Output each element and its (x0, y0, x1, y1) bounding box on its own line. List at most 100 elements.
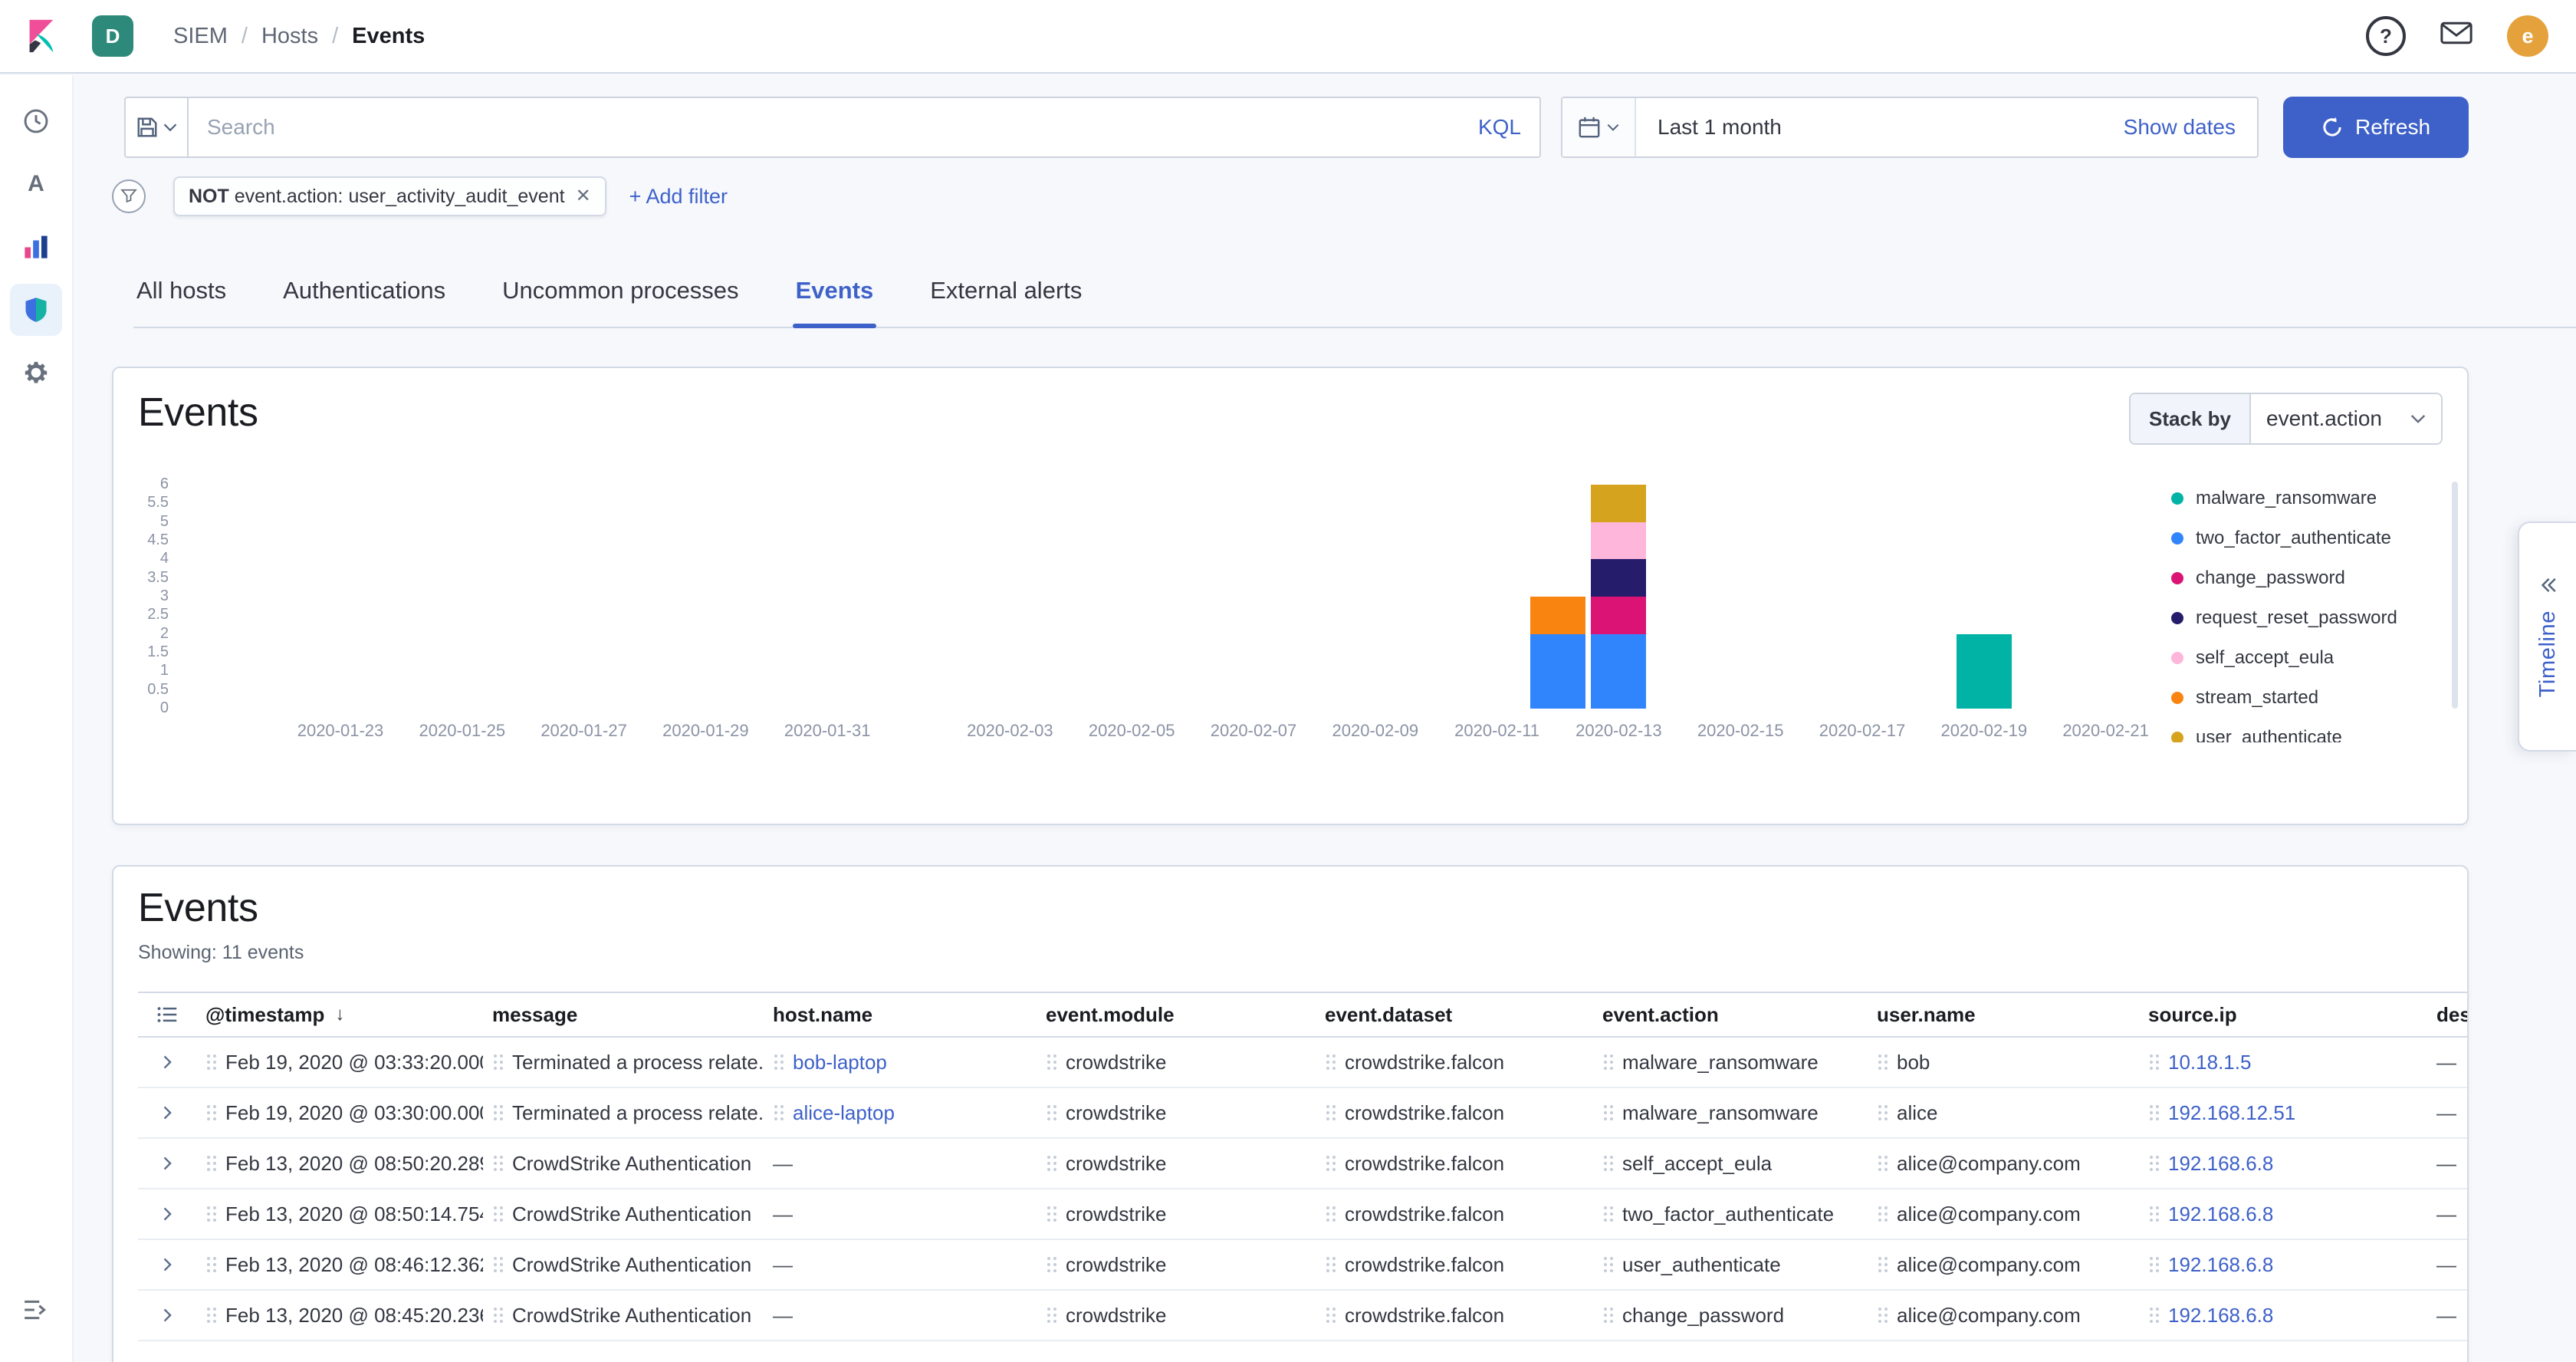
drag-handle-icon[interactable] (2148, 1154, 2160, 1173)
bar-segment-two_factor_authenticate[interactable] (1591, 634, 1646, 709)
expand-row-button[interactable] (150, 1147, 184, 1180)
column-header-user[interactable]: user.name (1868, 993, 2139, 1036)
legend-item[interactable]: user_authenticate (2171, 718, 2417, 742)
drag-handle-icon[interactable] (1046, 1205, 1058, 1223)
expand-row-button[interactable] (150, 1248, 184, 1281)
filter-options-button[interactable] (112, 179, 146, 213)
column-header-message[interactable]: message (483, 993, 764, 1036)
drag-handle-icon[interactable] (492, 1053, 504, 1071)
legend-scrollbar[interactable] (2452, 482, 2458, 709)
drag-handle-icon[interactable] (1046, 1306, 1058, 1324)
expand-row-button[interactable] (150, 1045, 184, 1079)
time-range-value[interactable]: Last 1 month (1636, 115, 2124, 140)
column-header-destination_ip[interactable]: destination.ip (2427, 993, 2469, 1036)
search-input[interactable] (207, 115, 1463, 140)
legend-item[interactable]: self_accept_eula (2171, 638, 2417, 678)
user-avatar[interactable]: e (2507, 15, 2548, 57)
field-value-link[interactable]: 192.168.12.51 (2168, 1101, 2295, 1125)
drag-handle-icon[interactable] (1602, 1154, 1615, 1173)
drag-handle-icon[interactable] (1877, 1053, 1889, 1071)
help-icon[interactable]: ? (2366, 16, 2406, 56)
drag-handle-icon[interactable] (2148, 1255, 2160, 1274)
drag-handle-icon[interactable] (1046, 1154, 1058, 1173)
drag-handle-icon[interactable] (1877, 1205, 1889, 1223)
field-value-link[interactable]: alice-laptop (793, 1101, 895, 1125)
field-value-link[interactable]: 192.168.6.8 (2168, 1202, 2273, 1226)
visualize-app-icon[interactable] (10, 221, 62, 273)
drag-handle-icon[interactable] (773, 1053, 785, 1071)
drag-handle-icon[interactable] (205, 1255, 218, 1274)
drag-handle-icon[interactable] (1325, 1053, 1337, 1071)
field-value-link[interactable]: 192.168.6.8 (2168, 1304, 2273, 1327)
drag-handle-icon[interactable] (205, 1154, 218, 1173)
breadcrumb-hosts[interactable]: Hosts (261, 24, 318, 49)
stack-by-select[interactable]: event.action (2251, 394, 2441, 443)
tab-uncommon-processes[interactable]: Uncommon processes (499, 255, 741, 327)
recently-viewed-icon[interactable] (10, 95, 62, 147)
drag-handle-icon[interactable] (492, 1205, 504, 1223)
query-language-button[interactable]: KQL (1478, 115, 1521, 140)
column-header-source_ip[interactable]: source.ip (2139, 993, 2427, 1036)
timeline-flyout-button[interactable]: Timeline (2518, 521, 2576, 752)
expand-row-button[interactable] (150, 1096, 184, 1130)
column-header-module[interactable]: event.module (1037, 993, 1316, 1036)
siem-app-icon[interactable] (10, 284, 62, 336)
tab-external-alerts[interactable]: External alerts (927, 255, 1085, 327)
column-header-action[interactable]: event.action (1593, 993, 1868, 1036)
column-header-host[interactable]: host.name (764, 993, 1037, 1036)
drag-handle-icon[interactable] (1602, 1053, 1615, 1071)
columns-button[interactable] (138, 993, 196, 1036)
drag-handle-icon[interactable] (1877, 1104, 1889, 1122)
drag-handle-icon[interactable] (1325, 1104, 1337, 1122)
field-value-link[interactable]: 10.18.1.5 (2168, 1051, 2251, 1074)
tab-authentications[interactable]: Authentications (280, 255, 449, 327)
drag-handle-icon[interactable] (1602, 1205, 1615, 1223)
bar-segment-two_factor_authenticate[interactable] (1530, 634, 1585, 709)
remove-filter-icon[interactable]: ✕ (576, 187, 591, 206)
newsfeed-icon[interactable] (2440, 20, 2473, 52)
space-badge[interactable]: D (92, 15, 133, 57)
legend-item[interactable]: change_password (2171, 558, 2417, 598)
drag-handle-icon[interactable] (2148, 1104, 2160, 1122)
breadcrumb-siem[interactable]: SIEM (173, 24, 228, 49)
drag-handle-icon[interactable] (205, 1205, 218, 1223)
add-filter-button[interactable]: + Add filter (629, 185, 728, 209)
drag-handle-icon[interactable] (1046, 1104, 1058, 1122)
refresh-button[interactable]: Refresh (2283, 97, 2469, 158)
drag-handle-icon[interactable] (773, 1104, 785, 1122)
column-header-dataset[interactable]: event.dataset (1316, 993, 1593, 1036)
drag-handle-icon[interactable] (1877, 1306, 1889, 1324)
settings-gear-icon[interactable] (10, 347, 62, 399)
drag-handle-icon[interactable] (205, 1104, 218, 1122)
drag-handle-icon[interactable] (1877, 1255, 1889, 1274)
drag-handle-icon[interactable] (1046, 1255, 1058, 1274)
bar-segment-stream_started[interactable] (1530, 597, 1585, 634)
drag-handle-icon[interactable] (1325, 1306, 1337, 1324)
drag-handle-icon[interactable] (205, 1306, 218, 1324)
field-value-link[interactable]: 192.168.6.8 (2168, 1152, 2273, 1176)
drag-handle-icon[interactable] (2148, 1205, 2160, 1223)
tab-events[interactable]: Events (793, 255, 877, 327)
drag-handle-icon[interactable] (1046, 1053, 1058, 1071)
drag-handle-icon[interactable] (1877, 1154, 1889, 1173)
field-value-link[interactable]: bob-laptop (793, 1051, 887, 1074)
drag-handle-icon[interactable] (492, 1154, 504, 1173)
column-header-timestamp[interactable]: @timestamp↓ (196, 993, 483, 1036)
show-dates-button[interactable]: Show dates (2124, 115, 2257, 140)
saved-query-button[interactable] (124, 97, 189, 158)
expand-row-button[interactable] (150, 1197, 184, 1231)
collapse-nav-icon[interactable] (10, 1284, 62, 1336)
drag-handle-icon[interactable] (1325, 1205, 1337, 1223)
tab-all-hosts[interactable]: All hosts (133, 255, 229, 327)
bar-segment-request_reset_password[interactable] (1591, 559, 1646, 597)
app-a-icon[interactable]: A (10, 158, 62, 210)
drag-handle-icon[interactable] (2148, 1053, 2160, 1071)
kibana-logo-icon[interactable] (21, 16, 61, 56)
drag-handle-icon[interactable] (1602, 1255, 1615, 1274)
drag-handle-icon[interactable] (492, 1306, 504, 1324)
date-quick-select-button[interactable] (1562, 98, 1636, 156)
bar-segment-change_password[interactable] (1591, 597, 1646, 634)
drag-handle-icon[interactable] (1325, 1154, 1337, 1173)
drag-handle-icon[interactable] (205, 1053, 218, 1071)
filter-pill[interactable]: NOT event.action: user_activity_audit_ev… (173, 176, 606, 216)
